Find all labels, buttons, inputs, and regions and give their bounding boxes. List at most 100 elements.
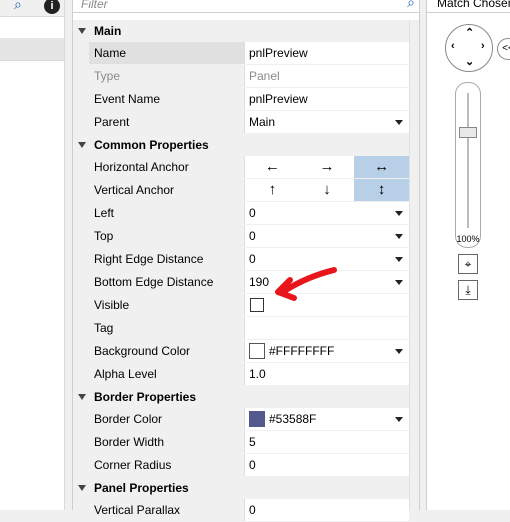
- dropdown-arrow-icon[interactable]: [395, 234, 403, 239]
- dropdown-arrow-icon[interactable]: [395, 211, 403, 216]
- zoom-slider[interactable]: [455, 82, 481, 248]
- property-label: Parent: [89, 111, 245, 133]
- zoom-track: [467, 93, 469, 228]
- tree-selected-item[interactable]: [0, 38, 64, 61]
- property-row-horizontal-anchor[interactable]: Horizontal Anchor ← → ↔: [73, 156, 410, 179]
- back-button[interactable]: <<: [497, 38, 510, 60]
- category-title: Main: [94, 24, 122, 38]
- property-row-border-width[interactable]: Border Width 5: [73, 431, 409, 454]
- property-row-visible[interactable]: Visible: [73, 294, 409, 317]
- left-value: 0: [249, 206, 256, 220]
- property-row-background-color[interactable]: Background Color #FFFFFFFF: [73, 340, 409, 363]
- divider: [427, 12, 510, 13]
- anchor-top-icon[interactable]: ↑: [245, 179, 300, 201]
- divider: [0, 16, 64, 17]
- preview-panel: Match Chosen ⌃ ⌄ ‹ › << 100% ⌖ ⤓: [426, 0, 510, 510]
- pan-right-icon[interactable]: ›: [481, 40, 485, 52]
- dropdown-arrow-icon[interactable]: [395, 417, 403, 422]
- property-row-top[interactable]: Top 0: [73, 225, 409, 248]
- property-label: Type: [89, 65, 245, 87]
- background-color-value: #FFFFFFFF: [269, 344, 335, 358]
- property-label: Name: [89, 42, 245, 64]
- anchor-both-horizontal-icon[interactable]: ↔: [354, 156, 410, 178]
- pan-up-icon[interactable]: ⌃: [465, 26, 474, 39]
- property-rows: Main Name pnlPreview Type Panel Event Na…: [73, 20, 410, 522]
- property-label: Tag: [89, 317, 245, 339]
- property-row-tag[interactable]: Tag: [73, 317, 409, 340]
- property-label: Background Color: [89, 340, 245, 362]
- search-icon[interactable]: ⌕: [14, 0, 22, 13]
- property-label: Border Color: [89, 408, 245, 430]
- property-row-alpha[interactable]: Alpha Level 1.0: [73, 363, 409, 386]
- pan-left-icon[interactable]: ‹: [451, 40, 455, 52]
- property-row-left[interactable]: Left 0: [73, 202, 409, 225]
- category-title: Common Properties: [94, 138, 209, 152]
- property-row-bottom-edge[interactable]: Bottom Edge Distance 190: [73, 271, 409, 294]
- pan-control[interactable]: ⌃ ⌄ ‹ ›: [445, 24, 493, 72]
- property-label: Top: [89, 225, 245, 247]
- property-label: Visible: [89, 294, 245, 316]
- name-value[interactable]: pnlPreview: [245, 42, 409, 64]
- category-main[interactable]: Main: [73, 20, 409, 42]
- property-label: Horizontal Anchor: [89, 156, 245, 178]
- fit-to-screen-icon[interactable]: ⌖: [458, 254, 478, 274]
- search-icon[interactable]: ⌕: [407, 0, 415, 11]
- anchor-left-icon[interactable]: ←: [245, 156, 300, 178]
- property-label: Right Edge Distance: [89, 248, 245, 270]
- dropdown-arrow-icon[interactable]: [395, 280, 403, 285]
- panel-title: Match Chosen: [437, 0, 510, 10]
- alpha-value[interactable]: 1.0: [245, 363, 409, 385]
- property-row-right-edge[interactable]: Right Edge Distance 0: [73, 248, 409, 271]
- zoom-level: 100%: [456, 234, 480, 244]
- annotation-arrow-icon: [275, 267, 337, 301]
- visible-checkbox[interactable]: [250, 298, 264, 312]
- dropdown-arrow-icon[interactable]: [395, 349, 403, 354]
- dropdown-arrow-icon[interactable]: [395, 120, 403, 125]
- category-panel[interactable]: Panel Properties: [73, 477, 409, 499]
- category-common[interactable]: Common Properties: [73, 134, 409, 156]
- right-edge-value: 0: [249, 252, 256, 266]
- property-row-parent[interactable]: Parent Main: [73, 111, 409, 134]
- tag-value[interactable]: [245, 317, 409, 339]
- download-icon[interactable]: ⤓: [458, 280, 478, 300]
- info-icon[interactable]: i: [44, 0, 60, 14]
- property-row-name[interactable]: Name pnlPreview: [73, 42, 409, 65]
- collapse-icon[interactable]: [78, 142, 86, 148]
- property-label: Bottom Edge Distance: [89, 271, 245, 293]
- corner-radius-value[interactable]: 0: [245, 454, 409, 476]
- category-border[interactable]: Border Properties: [73, 386, 409, 408]
- property-row-type: Type Panel: [73, 65, 409, 88]
- dropdown-arrow-icon[interactable]: [395, 257, 403, 262]
- parent-value: Main: [249, 115, 276, 129]
- filter-bar[interactable]: Filter ⌕: [73, 0, 419, 13]
- collapse-icon[interactable]: [78, 28, 86, 34]
- color-swatch[interactable]: [249, 410, 265, 427]
- collapse-icon[interactable]: [78, 394, 86, 400]
- collapse-icon[interactable]: [78, 485, 86, 491]
- color-swatch[interactable]: [249, 342, 265, 359]
- type-value: Panel: [245, 65, 409, 87]
- property-label: Vertical Anchor: [89, 179, 245, 201]
- property-row-vertical-parallax[interactable]: Vertical Parallax 0: [73, 499, 409, 522]
- anchor-right-icon[interactable]: →: [300, 156, 355, 178]
- tree-toolbar: ⌕ i: [0, 0, 64, 16]
- border-width-value[interactable]: 5: [245, 431, 409, 453]
- vertical-parallax-value[interactable]: 0: [245, 499, 409, 521]
- pan-down-icon[interactable]: ⌄: [465, 55, 474, 68]
- properties-grid: Filter ⌕ Main Name pnlPreview Type Panel…: [72, 0, 420, 522]
- property-row-corner-radius[interactable]: Corner Radius 0: [73, 454, 409, 477]
- property-label: Corner Radius: [89, 454, 245, 476]
- anchor-both-vertical-icon[interactable]: ↕: [354, 179, 410, 201]
- property-row-vertical-anchor[interactable]: Vertical Anchor ↑ ↓ ↕: [73, 179, 410, 202]
- anchor-bottom-icon[interactable]: ↓: [300, 179, 355, 201]
- property-label: Alpha Level: [89, 363, 245, 385]
- property-row-event-name[interactable]: Event Name pnlPreview: [73, 88, 409, 111]
- border-color-value: #53588F: [269, 412, 317, 426]
- vertical-scrollbar[interactable]: [409, 20, 419, 510]
- filter-input[interactable]: Filter: [81, 0, 108, 11]
- zoom-thumb[interactable]: [459, 127, 477, 138]
- event-name-value[interactable]: pnlPreview: [245, 88, 409, 110]
- property-label: Left: [89, 202, 245, 224]
- property-row-border-color[interactable]: Border Color #53588F: [73, 408, 409, 431]
- top-value: 0: [249, 229, 256, 243]
